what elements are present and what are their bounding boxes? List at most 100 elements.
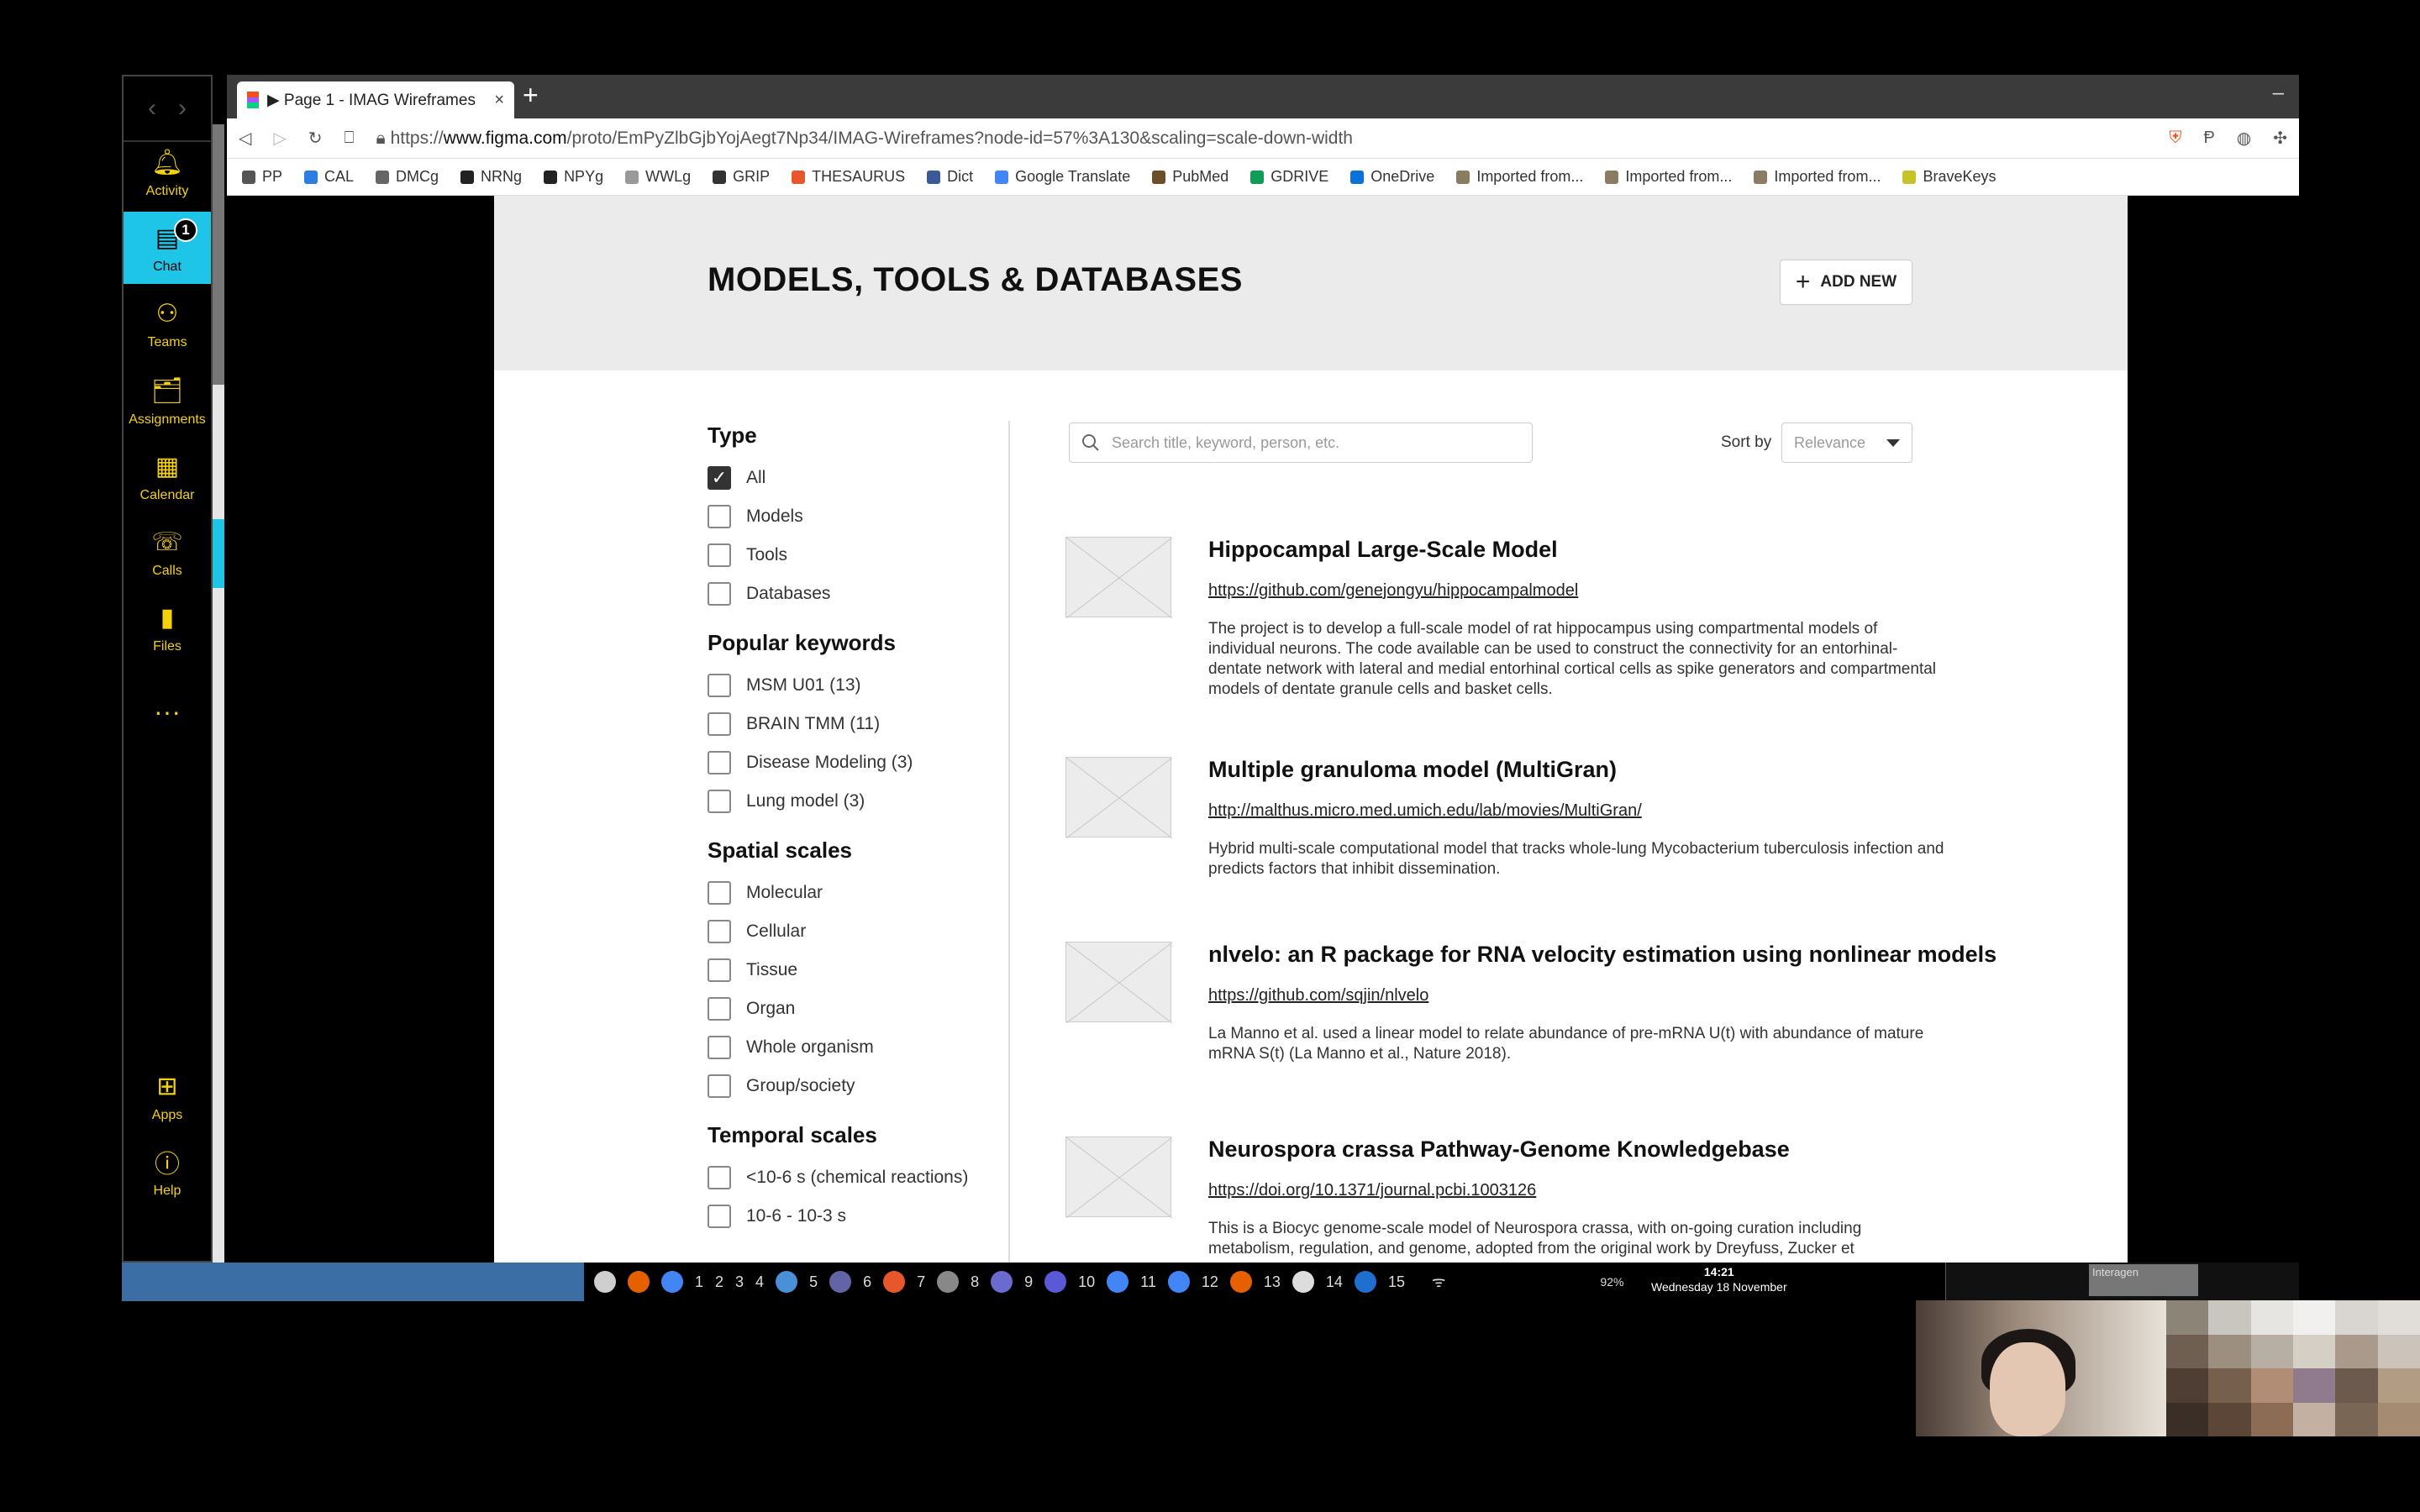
workspace-number[interactable]: 4 [755,1273,764,1291]
search-input[interactable]: Search title, keyword, person, etc. [1069,423,1533,463]
checkbox[interactable] [708,881,731,905]
filter-option[interactable]: BRAIN TMM (11) [708,705,993,743]
minimize-icon[interactable]: – [2273,81,2284,105]
bookmark-item[interactable]: DMCg [376,168,439,186]
workspace-number[interactable]: 2 [715,1273,723,1291]
back-icon[interactable]: ◁ [239,128,251,149]
checkbox[interactable] [708,582,731,606]
checkbox[interactable]: ✓ [708,466,731,490]
checkbox[interactable] [708,712,731,736]
taskbar-app-icon[interactable] [1044,1271,1067,1293]
workspace-number[interactable]: 1 [695,1273,703,1291]
result-title[interactable]: Neurospora crassa Pathway-Genome Knowled… [1208,1137,1948,1163]
result-title[interactable]: Hippocampal Large-Scale Model [1208,537,1948,563]
taskbar-app-icon[interactable] [1292,1271,1314,1293]
filter-option[interactable]: MSM U01 (13) [708,666,993,705]
filter-option[interactable]: Molecular [708,874,993,912]
scrollbar-thumb[interactable] [213,124,224,385]
checkbox[interactable] [708,997,731,1021]
result-link[interactable]: https://doi.org/10.1371/journal.pcbi.100… [1208,1181,1948,1200]
result-link[interactable]: http://malthus.micro.med.umich.edu/lab/m… [1208,801,1948,821]
pay-icon[interactable]: Ᵽ [2203,129,2214,148]
reload-icon[interactable]: ↻ [308,128,323,149]
filter-option[interactable]: Whole organism [708,1028,993,1067]
bookmark-item[interactable]: Dict [927,168,973,186]
forward-icon[interactable]: ▷ [273,128,286,149]
filter-option[interactable]: Databases [708,575,993,613]
taskbar-app-icon[interactable] [1107,1271,1129,1293]
workspace-number[interactable]: 5 [809,1273,818,1291]
taskbar-app-icon[interactable] [1229,1271,1252,1293]
bookmark-item[interactable]: NRNg [460,168,522,186]
taskbar-app-icon[interactable] [991,1271,1013,1293]
workspace-number[interactable]: 7 [917,1273,925,1291]
taskbar-app-icon[interactable] [1167,1271,1190,1293]
filter-option[interactable]: Lung model (3) [708,782,993,821]
taskbar-app-icon[interactable] [776,1271,798,1293]
bookmark-item[interactable]: PP [242,168,282,186]
checkbox[interactable] [708,543,731,567]
add-new-button[interactable]: + ADD NEW [1780,260,1912,305]
teams-nav-teams[interactable]: ⚇ Teams [124,287,211,360]
teams-nav-phone[interactable]: ☏ Calls [124,516,211,588]
teams-scrollbar[interactable] [213,124,224,1263]
bookmark-item[interactable]: WWLg [625,168,691,186]
checkbox[interactable] [708,958,731,982]
filter-option[interactable]: Group/society [708,1067,993,1105]
workspace-number[interactable]: 12 [1202,1273,1218,1291]
workspace-number[interactable]: 13 [1264,1273,1281,1291]
teams-nav-chat[interactable]: ▤ Chat 1 [124,212,211,284]
extension-icon[interactable]: ◍ [2237,128,2251,149]
url-field[interactable]: 🔒︎ https://www.figma.com/proto/EmPyZlbGj… [376,129,2148,149]
puzzle-icon[interactable]: ✣ [2273,128,2287,149]
close-tab-icon[interactable]: × [494,91,504,110]
teams-nav-help[interactable]: ⓘ Help [124,1136,211,1208]
workspace-pager[interactable]: Interagen [1945,1263,2299,1301]
checkbox[interactable] [708,920,731,943]
checkbox[interactable] [708,674,731,697]
bookmark-item[interactable]: Imported from... [1605,168,1732,186]
taskbar-app-icon[interactable] [937,1271,960,1293]
result-link[interactable]: https://github.com/sqjin/nlvelo [1208,986,1948,1005]
workspace-number[interactable]: 3 [735,1273,744,1291]
checkbox[interactable] [708,505,731,528]
bookmark-item[interactable]: Imported from... [1754,168,1881,186]
brave-shield-icon[interactable]: ⛨ [2169,129,2181,148]
taskbar-app-icon[interactable] [829,1271,852,1293]
teams-nav-apps[interactable]: ⊞ Apps [124,1060,211,1132]
checkbox[interactable] [708,1166,731,1189]
teams-nav-bell[interactable]: 🔔︎ Activity [124,136,211,208]
teams-nav-file[interactable]: ▮ Files [124,591,211,664]
new-tab-icon[interactable]: + [523,80,539,111]
wifi-icon[interactable]: ᯤ [1432,1273,1445,1290]
result-link[interactable]: https://github.com/genejongyu/hippocampa… [1208,581,1948,601]
workspace-number[interactable]: 9 [1024,1273,1033,1291]
filter-option[interactable]: <10-6 s (chemical reactions) [708,1158,993,1197]
bookmark-item[interactable]: Google Translate [995,168,1130,186]
workspace-number[interactable]: 14 [1326,1273,1343,1291]
bookmark-item[interactable]: GRIP [713,168,770,186]
filter-option[interactable]: Organ [708,990,993,1028]
teams-nav-calendar[interactable]: ▦ Calendar [124,440,211,512]
filter-option[interactable]: Tools [708,536,993,575]
bookmark-item[interactable]: PubMed [1152,168,1228,186]
taskbar-app-icon[interactable] [628,1271,650,1293]
sort-select[interactable]: Relevance [1781,423,1912,463]
checkbox[interactable] [708,1074,731,1098]
result-title[interactable]: nlvelo: an R package for RNA velocity es… [1208,942,1996,968]
teams-nav-more[interactable]: ··· [124,675,211,748]
back-arrow-icon[interactable]: ‹ [148,94,156,123]
workspace-number[interactable]: 15 [1388,1273,1405,1291]
bookmark-icon[interactable]: ⎕ [345,129,355,148]
filter-option[interactable]: Models [708,497,993,536]
taskbar-app-icon[interactable] [1354,1271,1376,1293]
filter-option[interactable]: Disease Modeling (3) [708,743,993,782]
bookmark-item[interactable]: GDRIVE [1250,168,1328,186]
workspace-number[interactable]: 8 [971,1273,979,1291]
taskbar-app-icon[interactable] [661,1271,683,1293]
bookmark-item[interactable]: OneDrive [1350,168,1434,186]
forward-arrow-icon[interactable]: › [178,94,187,123]
checkbox[interactable] [708,790,731,813]
bookmark-item[interactable]: Imported from... [1456,168,1583,186]
result-title[interactable]: Multiple granuloma model (MultiGran) [1208,757,1948,783]
